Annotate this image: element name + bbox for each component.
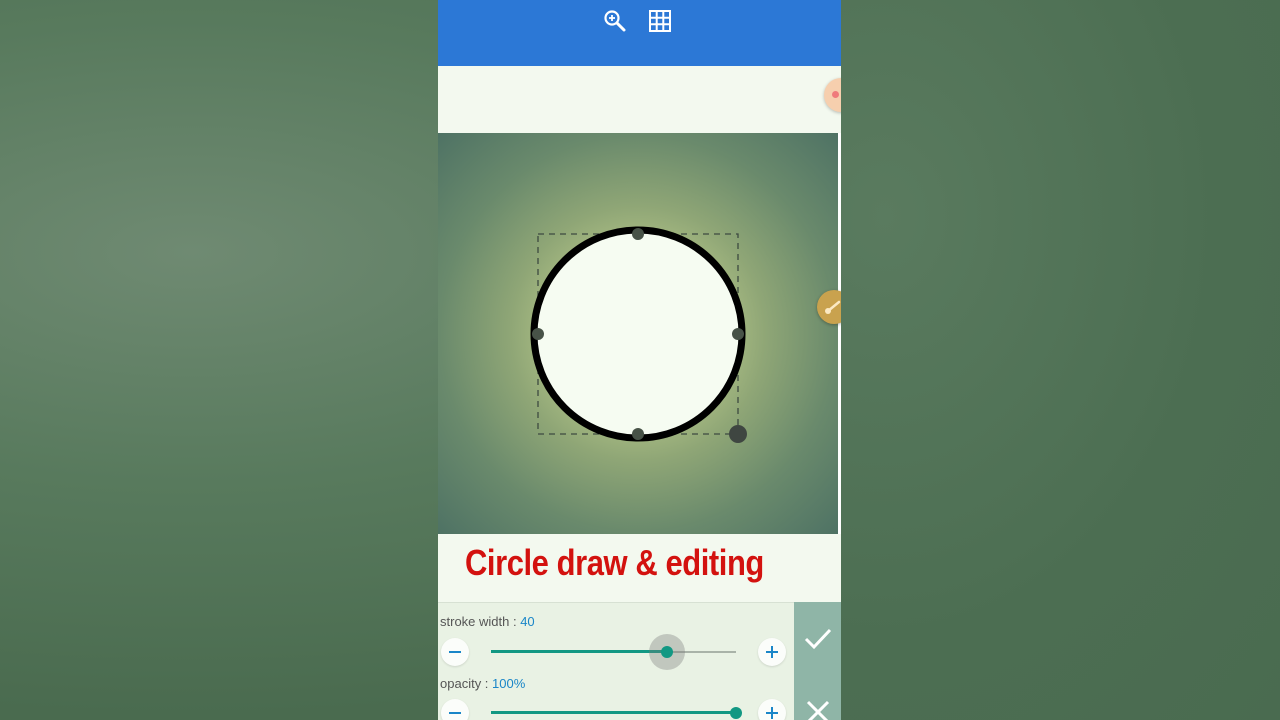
- brush-icon: [825, 300, 841, 314]
- opacity-value: 100%: [492, 676, 526, 691]
- check-icon[interactable]: [803, 624, 833, 654]
- stroke-width-label-text: stroke width :: [440, 614, 521, 629]
- opacity-increase-button[interactable]: [758, 699, 786, 720]
- app-screen: Circle draw & editing stroke width : 40 …: [438, 0, 841, 720]
- zoom-in-icon[interactable]: [602, 8, 628, 34]
- stroke-width-value: 40: [520, 614, 535, 629]
- opacity-label: opacity : 100%: [440, 676, 525, 691]
- opacity-decrease-button[interactable]: [441, 699, 469, 720]
- canvas-drawing: [530, 226, 747, 443]
- resize-handle-bottom[interactable]: [632, 428, 644, 440]
- grid-icon[interactable]: [647, 8, 673, 34]
- background-blur-right: [841, 0, 1280, 720]
- caption-banner: Circle draw & editing: [438, 534, 841, 602]
- stroke-controls-panel: stroke width : 40 opacity : 100%: [438, 602, 794, 720]
- resize-handle-left[interactable]: [532, 328, 544, 340]
- canvas-edge: [838, 133, 841, 534]
- resize-handle-corner[interactable]: [729, 425, 747, 443]
- stroke-width-label: stroke width : 40: [440, 614, 535, 629]
- drawn-circle[interactable]: [530, 226, 746, 442]
- stroke-width-decrease-button[interactable]: [441, 638, 469, 666]
- edit-brush-button[interactable]: [817, 290, 841, 324]
- plus-icon: [766, 646, 778, 658]
- opacity-track-fill: [491, 711, 736, 714]
- opacity-slider-thumb[interactable]: [730, 707, 742, 719]
- app-bar: [438, 0, 841, 66]
- stroke-width-increase-button[interactable]: [758, 638, 786, 666]
- plus-icon: [766, 707, 778, 719]
- resize-handle-top[interactable]: [632, 228, 644, 240]
- opacity-label-text: opacity :: [440, 676, 493, 691]
- minus-icon: [449, 712, 461, 714]
- confirm-cancel-panel: [794, 602, 841, 720]
- drawing-canvas[interactable]: [438, 133, 838, 534]
- stroke-width-track-fill: [491, 650, 668, 653]
- minus-icon: [449, 651, 461, 653]
- toolbar-strip: [438, 66, 841, 133]
- close-icon[interactable]: [805, 699, 831, 720]
- resize-handle-right[interactable]: [732, 328, 744, 340]
- caption-text: Circle draw & editing: [465, 542, 764, 583]
